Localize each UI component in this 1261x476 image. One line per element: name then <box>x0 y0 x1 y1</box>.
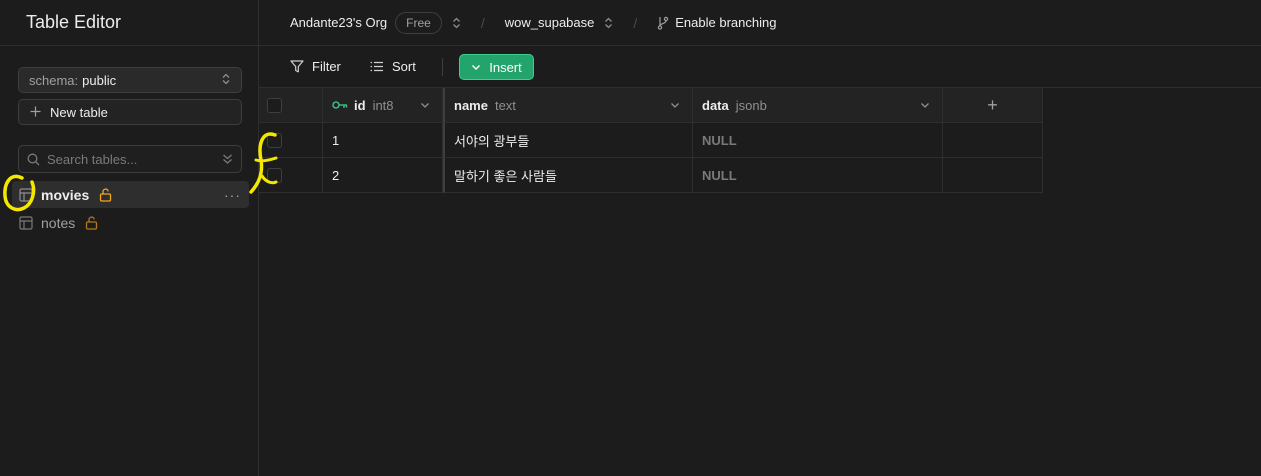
cell-value: 2 <box>332 167 340 183</box>
schema-select[interactable]: schema: public <box>18 67 242 93</box>
cell-data[interactable]: NULL <box>693 123 943 158</box>
search-tables-input[interactable]: Search tables... <box>18 145 242 173</box>
header-select-cell <box>259 88 323 123</box>
cell-empty <box>943 123 1043 158</box>
project-name[interactable]: wow_supabase <box>505 15 595 30</box>
table-name: movies <box>41 186 90 203</box>
column-name: name <box>454 97 488 113</box>
new-table-label: New table <box>50 104 108 120</box>
org-switcher-icon[interactable] <box>452 17 461 29</box>
column-type: text <box>494 97 516 113</box>
row-select-cell <box>259 123 323 158</box>
add-column-label: + <box>987 94 998 115</box>
enable-branching-button[interactable]: Enable branching <box>675 15 776 30</box>
table-row[interactable]: 2 말하기 좋은 사람들 NULL <box>259 158 1043 193</box>
cell-id[interactable]: 1 <box>323 123 443 158</box>
row-checkbox[interactable] <box>267 167 282 183</box>
column-type: jsonb <box>735 97 767 113</box>
add-column-button[interactable]: + <box>943 88 1043 123</box>
insert-label: Insert <box>489 59 522 75</box>
unlock-icon <box>99 187 112 202</box>
new-table-button[interactable]: New table <box>18 99 242 125</box>
column-type: int8 <box>372 97 394 113</box>
cell-name[interactable]: 서야의 광부들 <box>443 123 693 158</box>
filter-icon <box>290 60 304 73</box>
chevron-down-icon[interactable] <box>670 102 680 109</box>
column-header-data[interactable]: data jsonb <box>693 88 943 123</box>
schema-value: public <box>82 72 117 88</box>
sidebar: Table Editor schema: public New table Se… <box>0 0 259 476</box>
plan-badge: Free <box>395 11 442 34</box>
column-name: id <box>354 97 366 113</box>
table-icon <box>19 187 33 202</box>
chevrons-down-icon[interactable] <box>222 153 233 165</box>
column-header-name[interactable]: name text <box>443 88 693 123</box>
cell-value: 말하기 좋은 사람들 <box>454 168 557 184</box>
sidebar-table-movies[interactable]: movies ··· <box>12 181 249 208</box>
top-breadcrumb-bar: Andante23's Org Free / wow_supabase / En… <box>259 0 1261 46</box>
breadcrumb-separator: / <box>633 14 638 31</box>
table-name: notes <box>41 214 76 231</box>
table-more-button[interactable]: ··· <box>224 187 241 203</box>
chevron-down-icon <box>471 64 481 71</box>
row-checkbox[interactable] <box>267 132 282 148</box>
breadcrumb-separator: / <box>480 14 485 31</box>
sidebar-table-notes[interactable]: notes <box>12 209 249 236</box>
select-all-checkbox[interactable] <box>267 97 282 113</box>
list-icon <box>370 61 384 72</box>
table-row[interactable]: 1 서야의 광부들 NULL <box>259 123 1043 158</box>
cell-name[interactable]: 말하기 좋은 사람들 <box>443 158 693 193</box>
column-name: data <box>702 97 729 113</box>
cell-value: 서야의 광부들 <box>454 133 530 149</box>
cell-id[interactable]: 2 <box>323 158 443 193</box>
sort-button[interactable]: Sort <box>370 59 416 74</box>
plus-icon <box>30 104 41 121</box>
cell-value: NULL <box>702 167 737 183</box>
org-name[interactable]: Andante23's Org <box>290 15 387 30</box>
cell-value: NULL <box>702 132 737 148</box>
chevron-down-icon[interactable] <box>920 102 930 109</box>
sidebar-title: Table Editor <box>26 12 122 32</box>
chevron-down-icon[interactable] <box>420 102 430 109</box>
primary-key-icon <box>332 100 348 110</box>
table-icon <box>19 215 33 230</box>
git-branch-icon <box>657 16 669 30</box>
cell-data[interactable]: NULL <box>693 158 943 193</box>
sidebar-header: Table Editor <box>0 0 258 46</box>
toolbar-divider <box>442 58 443 76</box>
filter-label: Filter <box>312 59 341 74</box>
insert-button[interactable]: Insert <box>459 54 534 80</box>
filter-button[interactable]: Filter <box>290 59 341 74</box>
project-switcher-icon[interactable] <box>604 17 613 29</box>
row-select-cell <box>259 158 323 193</box>
chevron-updown-icon <box>221 73 231 88</box>
cell-empty <box>943 158 1043 193</box>
cell-value: 1 <box>332 132 340 148</box>
sort-label: Sort <box>392 59 416 74</box>
search-placeholder: Search tables... <box>47 151 138 167</box>
column-header-id[interactable]: id int8 <box>323 88 443 123</box>
unlock-icon <box>85 215 98 230</box>
grid-toolbar: Filter Sort Insert <box>259 46 1261 88</box>
grid-header-row: id int8 name text data jsonb + <box>259 88 1043 123</box>
search-icon <box>27 153 40 166</box>
schema-label: schema: <box>29 72 79 88</box>
